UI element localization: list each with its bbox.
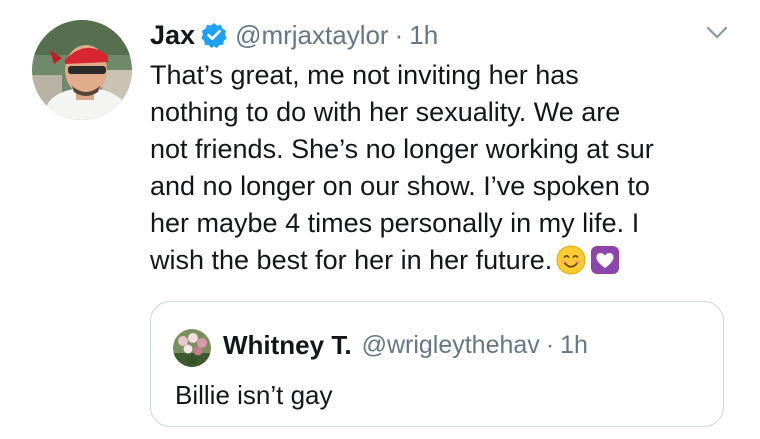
author-handle[interactable]: @mrjaxtaylor [235, 20, 389, 51]
tweet-text-line: wish the best for her in her future. [150, 245, 553, 275]
quoted-tweet[interactable]: Whitney T. @wrigleythehav · 1h Billie is… [150, 301, 724, 427]
quoted-handle[interactable]: @wrigleythehav [362, 331, 540, 360]
tweet-text-last-line: wish the best for her in her future. [150, 242, 740, 279]
quoted-author-avatar[interactable] [173, 329, 211, 367]
tweet-text-line: not friends. She’s no longer working at … [150, 134, 654, 164]
tweet-text-line: and no longer on our show. I’ve spoken t… [150, 171, 650, 201]
purple-heart-emoji-icon [590, 245, 620, 275]
tweet-text-line: nothing to do with her sexuality. We are [150, 97, 621, 127]
quoted-tweet-text: Billie isn’t gay [175, 380, 333, 410]
quoted-separator: · [545, 331, 555, 359]
quoted-timestamp[interactable]: 1h [560, 331, 588, 360]
tweet-text-line: her maybe 4 times personally in my life.… [150, 208, 640, 238]
verified-badge-icon [201, 22, 227, 48]
author-avatar[interactable] [32, 20, 132, 120]
tweet-text-line: That’s great, me not inviting her has [150, 60, 579, 90]
chevron-down-icon[interactable] [703, 22, 731, 44]
tweet-header: Jax @mrjaxtaylor · 1h [150, 18, 438, 52]
smiling-face-emoji-icon [556, 245, 586, 275]
tweet: Jax @mrjaxtaylor · 1h That’s great, me n… [0, 0, 760, 439]
tweet-text: That’s great, me not inviting her has no… [150, 57, 740, 279]
quoted-display-name[interactable]: Whitney T. [223, 330, 352, 361]
quoted-tweet-header: Whitney T. @wrigleythehav · 1h [223, 330, 588, 361]
flowers-avatar-icon [173, 329, 211, 367]
author-display-name[interactable]: Jax [150, 20, 195, 51]
user-avatar-icon [32, 20, 132, 120]
tweet-timestamp[interactable]: 1h [409, 20, 438, 51]
header-separator: · [394, 19, 404, 50]
